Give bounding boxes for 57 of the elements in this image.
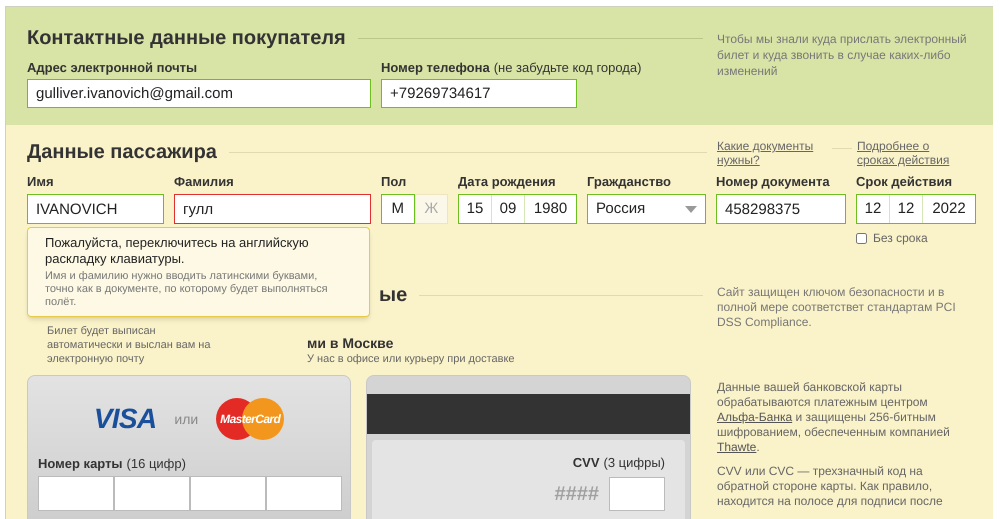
input-field[interactable] xyxy=(609,477,665,511)
field-label: Номер документа xyxy=(716,173,831,192)
date-part: 09 xyxy=(492,195,525,223)
mastercard-logo: MasterCard xyxy=(216,398,284,440)
field-label: Номер карты xyxy=(38,455,123,474)
date-part: 12 xyxy=(890,195,923,223)
select-field[interactable]: Россия xyxy=(587,194,706,224)
input-field[interactable] xyxy=(190,476,266,511)
date-part: 1980 xyxy=(532,198,568,219)
input-field[interactable]: 458298375 xyxy=(716,194,846,224)
gender-option[interactable]: М xyxy=(381,194,414,224)
input-field[interactable] xyxy=(114,476,190,511)
or-text: или xyxy=(174,410,198,428)
side-note: Чтобы мы знали куда прислать электронный билет и куда звонить в случае каких-либо изменений xyxy=(717,31,968,80)
field-note: (не забудьте код города) xyxy=(494,59,642,78)
link[interactable]: Thawte xyxy=(717,440,756,454)
section-heading: Данные пассажира xyxy=(27,140,217,165)
option-title: ми в Москве xyxy=(307,334,394,352)
masked-digits: #### xyxy=(554,482,599,507)
tooltip-text: Имя и фамилию нужно вводить латинскими буквами, точно как в документе, по которому будет выполняться полёт. xyxy=(45,270,329,309)
date-part: 15 xyxy=(459,195,492,223)
option-description: У нас в офисе или курьеру при доставке xyxy=(307,352,516,366)
option-description: Билет будет выписан автоматически и выслан вам на электронную почту xyxy=(47,324,212,366)
input-field[interactable] xyxy=(38,476,114,511)
side-note: Сайт защищен ключом безопасности и в полной мере соответствет стандартам PCI DSS Compliance. xyxy=(717,284,957,331)
visa-logo: VISA xyxy=(94,402,156,436)
field-note: (3 цифры) xyxy=(604,454,665,472)
input-field[interactable]: gulliver.ivanovich@gmail.com xyxy=(27,79,371,108)
field-label: Пол xyxy=(381,173,408,192)
date-field[interactable]: 15 09 1980 xyxy=(458,194,577,224)
date-part: 2022 xyxy=(931,198,967,219)
checkbox-label: Без срока xyxy=(873,230,928,247)
field-note: (16 цифр) xyxy=(126,455,186,474)
input-field[interactable]: +79269734617 xyxy=(381,79,577,108)
date-field[interactable]: 12 12 2022 xyxy=(856,194,976,224)
field-label: CVV xyxy=(572,454,600,472)
input-field[interactable] xyxy=(266,476,342,511)
field-label: Срок действия xyxy=(856,173,954,192)
input-field[interactable]: IVANOVICH xyxy=(27,194,164,224)
field-label: Дата рождения xyxy=(458,173,557,192)
help-link[interactable]: Какие документы нужны? xyxy=(717,139,827,167)
tooltip-title: Пожалуйста, переключитесь на английскую раскладку клавиатуры. xyxy=(45,235,310,267)
date-part: 12 xyxy=(857,195,890,223)
field-label: Имя xyxy=(27,173,55,192)
link[interactable]: Альфа-Банка xyxy=(717,410,792,424)
field-label: Фамилия xyxy=(174,173,235,192)
section-heading: Контактные данные покупателя xyxy=(27,26,346,51)
checkbox[interactable] xyxy=(856,232,867,244)
help-link[interactable]: Подробнее о сроках действия xyxy=(857,139,967,167)
side-note: Данные вашей банковской карты обрабатываются платежным центром Альфа-Банка и защищены 256-битным шифрованием, обеспеченным компанией Thawte. xyxy=(717,380,951,455)
input-field[interactable]: гулл xyxy=(174,194,371,224)
side-note: CVV или CVC — трехзначный код на обратной стороне карты. Как правило, находится на полосе для подписи после xyxy=(717,464,944,509)
field-label: Адрес электронной почты xyxy=(27,59,198,78)
field-label: Номер телефона xyxy=(381,59,490,78)
section-heading: ые xyxy=(379,283,408,308)
field-label: Гражданство xyxy=(587,173,672,192)
dropdown-arrow-icon xyxy=(685,206,697,212)
